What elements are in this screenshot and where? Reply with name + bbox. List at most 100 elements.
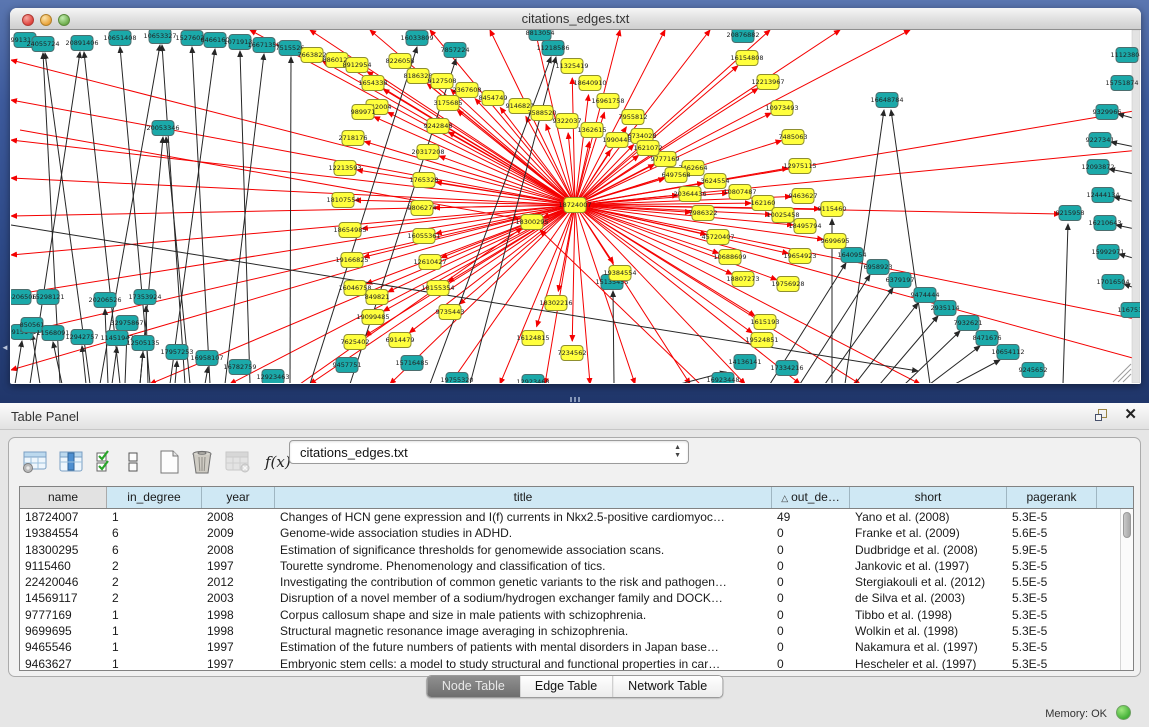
graph-node[interactable]: 19755320 xyxy=(440,373,473,384)
table-row[interactable]: 1938455462009Genome-wide association stu… xyxy=(20,525,1133,541)
table-row[interactable]: 1872400712008Changes of HCN gene express… xyxy=(20,509,1133,525)
graph-node[interactable]: 16033809 xyxy=(400,31,433,46)
delete-table-icon[interactable] xyxy=(190,449,214,475)
graph-node[interactable]: 8226058 xyxy=(386,54,415,69)
unselect-all-icon[interactable] xyxy=(126,450,140,474)
memory-status-indicator[interactable] xyxy=(1116,705,1131,720)
close-panel-icon[interactable]: ✕ xyxy=(1124,407,1137,423)
graph-node[interactable]: 20876882 xyxy=(726,30,759,43)
graph-node[interactable]: 1765328 xyxy=(410,173,439,188)
graph-node[interactable]: 8215958 xyxy=(1056,206,1085,221)
graph-node[interactable]: 9329966 xyxy=(1093,105,1122,120)
graph-node[interactable]: 11218586 xyxy=(536,41,569,56)
graph-node[interactable]: 16154808 xyxy=(730,51,763,66)
graph-node[interactable]: 989971 xyxy=(351,105,376,120)
graph-node[interactable]: 12213593 xyxy=(328,161,361,176)
table-row[interactable]: 946554611997Estimation of the future num… xyxy=(20,639,1133,655)
graph-node[interactable]: 16210643 xyxy=(1088,216,1121,231)
graph-node[interactable]: 12923468 xyxy=(516,375,549,384)
graph-node[interactable]: 10654112 xyxy=(991,345,1024,360)
graph-node[interactable]: 11123804 xyxy=(1110,48,1140,63)
table-row[interactable]: 969969511998Structural magnetic resonanc… xyxy=(20,623,1133,639)
table-row[interactable]: 946362711997Embryonic stem cells: a mode… xyxy=(20,656,1133,671)
graph-node[interactable]: 19654923 xyxy=(783,249,816,264)
graph-node[interactable]: 20364436 xyxy=(673,187,706,202)
graph-node[interactable]: 19099485 xyxy=(356,310,389,325)
graph-node[interactable]: 20053346 xyxy=(146,121,179,136)
table-row[interactable]: 977716911998Corpus callosum shape and si… xyxy=(20,607,1133,623)
table-scrollbar[interactable] xyxy=(1120,509,1133,670)
network-canvas[interactable]: 9913141240557242089140610651408106533271… xyxy=(11,30,1140,383)
citation-network-graph[interactable]: 9913141240557242089140610651408106533271… xyxy=(11,30,1140,383)
graph-node[interactable]: 15716485 xyxy=(395,356,428,371)
graph-node[interactable]: 8912954 xyxy=(343,58,372,73)
graph-node[interactable]: 9463627 xyxy=(789,189,818,204)
graph-node[interactable]: 17957253 xyxy=(160,345,193,360)
graph-node[interactable]: 6497568 xyxy=(662,168,691,183)
graph-node[interactable]: 11325419 xyxy=(555,59,588,74)
graph-node[interactable]: 6379197 xyxy=(886,273,915,288)
graph-node[interactable]: 9242848 xyxy=(424,119,453,134)
graph-node[interactable]: 10807487 xyxy=(723,185,756,200)
graph-node[interactable]: 20206526 xyxy=(88,293,121,308)
graph-node[interactable]: 9806274 xyxy=(408,201,437,216)
table-row[interactable]: 2242004622012Investigating the contribut… xyxy=(20,574,1133,590)
graph-node[interactable]: 16961758 xyxy=(591,94,624,109)
graph-node[interactable]: 8454749 xyxy=(479,91,508,106)
graph-node[interactable]: 18302216 xyxy=(539,296,572,311)
graph-node[interactable]: 12444134 xyxy=(1086,188,1119,203)
graph-node[interactable]: 9245652 xyxy=(1019,363,1048,378)
graph-node[interactable]: 9699695 xyxy=(821,234,850,249)
graph-node[interactable]: 7234562 xyxy=(558,346,587,361)
graph-node[interactable]: 1615193 xyxy=(751,315,780,330)
graph-node[interactable]: 10651408 xyxy=(103,31,136,46)
graph-node[interactable]: 18640910 xyxy=(573,76,606,91)
graph-node[interactable]: 16958107 xyxy=(190,351,223,366)
graph-node[interactable]: 3624554 xyxy=(701,174,730,189)
graph-node[interactable]: 19756928 xyxy=(771,277,804,292)
select-all-icon[interactable] xyxy=(94,450,116,474)
table-row[interactable]: 1830029562008Estimation of significance … xyxy=(20,542,1133,558)
function-builder-icon[interactable]: f(x) xyxy=(265,453,291,471)
new-table-icon[interactable] xyxy=(158,449,180,475)
graph-node[interactable]: 17334216 xyxy=(770,361,803,376)
graph-node[interactable]: 16648784 xyxy=(870,93,903,108)
graph-node[interactable]: 12975115 xyxy=(783,159,816,174)
graph-node[interactable]: 15992971 xyxy=(1091,245,1124,260)
graph-node[interactable]: 19166825 xyxy=(335,253,368,268)
graph-node[interactable]: 12213967 xyxy=(751,75,784,90)
graph-node[interactable]: 162160 xyxy=(751,196,776,211)
graph-node[interactable]: 9115460 xyxy=(818,202,847,217)
scrollbar-thumb[interactable] xyxy=(1123,512,1131,538)
table-options-icon[interactable] xyxy=(21,450,48,474)
column-header-title[interactable]: title xyxy=(275,487,772,508)
graph-node[interactable]: 19524851 xyxy=(745,333,778,348)
graph-node[interactable]: 12942757 xyxy=(65,330,98,345)
column-header-out_de[interactable]: △out_de… xyxy=(772,487,850,508)
graph-node[interactable]: 6958923 xyxy=(864,260,893,275)
graph-node[interactable]: 9227341 xyxy=(1086,133,1115,148)
graph-node[interactable]: 1167533 xyxy=(1118,303,1140,318)
graph-node[interactable]: 14136141 xyxy=(728,355,761,370)
graph-node[interactable]: 9457751 xyxy=(333,358,362,373)
window-titlebar[interactable]: citations_edges.txt xyxy=(10,8,1141,30)
column-header-pagerank[interactable]: pagerank xyxy=(1007,487,1097,508)
graph-node[interactable]: 9474444 xyxy=(911,288,940,303)
graph-node[interactable]: 1654338 xyxy=(359,76,388,91)
select-columns-icon[interactable] xyxy=(58,450,84,474)
graph-node[interactable]: 12923463 xyxy=(256,370,289,384)
graph-node[interactable]: 10688609 xyxy=(713,250,746,265)
tab-node-table[interactable]: Node Table xyxy=(427,676,520,697)
graph-node[interactable]: 12093872 xyxy=(1081,160,1114,175)
graph-node[interactable]: 7485063 xyxy=(779,130,808,145)
table-row[interactable]: 1456911722003Disruption of a novel membe… xyxy=(20,590,1133,606)
graph-node[interactable]: 2935114 xyxy=(931,301,960,316)
table-select-dropdown[interactable]: citations_edges.txt ▲▼ xyxy=(289,440,689,464)
graph-node[interactable]: 16923448 xyxy=(706,373,739,384)
graph-node[interactable]: 7986322 xyxy=(689,206,718,221)
graph-node[interactable]: 7857224 xyxy=(441,43,470,58)
graph-node[interactable]: 3175685 xyxy=(434,96,463,111)
graph-node[interactable]: 10653327 xyxy=(143,30,176,44)
tab-edge-table[interactable]: Edge Table xyxy=(520,676,613,697)
column-header-short[interactable]: short xyxy=(850,487,1007,508)
